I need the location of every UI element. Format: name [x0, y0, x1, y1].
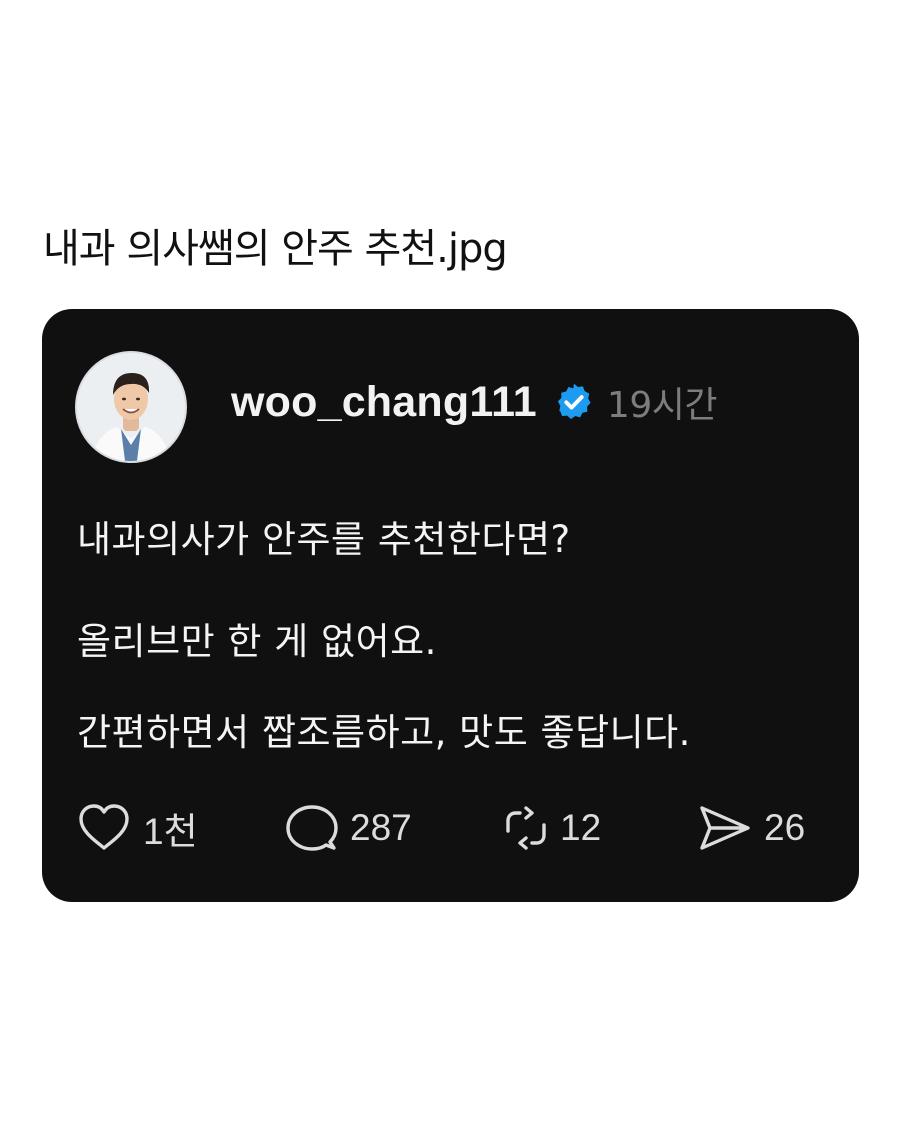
post-time: 19시간: [606, 385, 718, 426]
share-count: 26: [764, 807, 806, 848]
username[interactable]: woo_chang111: [231, 378, 537, 427]
post-text-line: 내과의사가 안주를 추천한다면?: [77, 518, 571, 561]
verified-badge-icon: [553, 381, 595, 423]
post-card[interactable]: woo_chang111 19시간 내과의사가 안주를 추천한다면? 올리브만 …: [42, 309, 859, 902]
comment-count: 287: [350, 807, 412, 848]
post-text-line: 올리브만 한 게 없어요.: [77, 620, 437, 663]
like-count: 1천: [143, 811, 198, 852]
avatar[interactable]: [75, 351, 187, 463]
send-icon: [700, 806, 750, 850]
repost-count: 12: [560, 807, 602, 848]
comment-button[interactable]: 287: [286, 803, 412, 853]
share-button[interactable]: 26: [698, 803, 805, 853]
comment-bubble-icon: [286, 805, 338, 851]
heart-icon: [79, 804, 129, 850]
repost-button[interactable]: 12: [504, 803, 601, 853]
page-title: 내과 의사쌤의 안주 추천.jpg: [43, 226, 508, 272]
post-actions: 1천 287 12 26: [42, 803, 859, 853]
avatar-photo: [77, 353, 185, 461]
post-header: woo_chang111 19시간: [231, 377, 717, 427]
post-text-line: 간편하면서 짭조름하고, 맛도 좋답니다.: [77, 711, 691, 754]
repost-icon: [506, 806, 546, 850]
like-button[interactable]: 1천: [77, 803, 198, 853]
